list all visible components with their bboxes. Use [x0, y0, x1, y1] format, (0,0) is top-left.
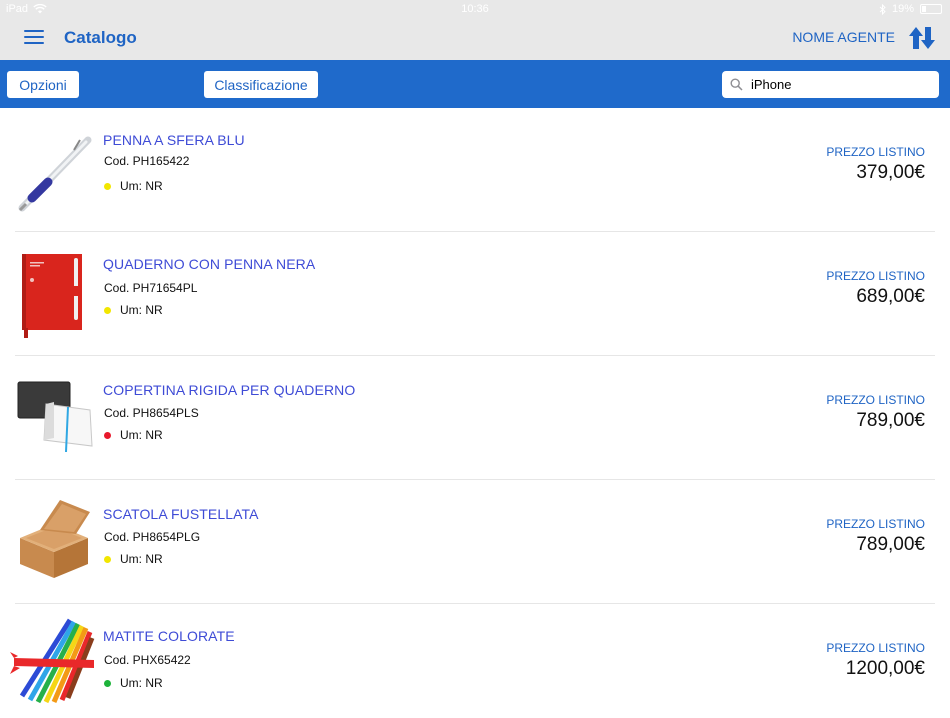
- price-label: PREZZO LISTINO: [826, 393, 925, 407]
- product-um: Um: NR: [104, 179, 163, 193]
- product-name[interactable]: MATITE COLORATE: [103, 628, 235, 644]
- um-label: Um: NR: [120, 303, 163, 317]
- product-price: 789,00€: [856, 410, 925, 431]
- product-image-cover: [17, 381, 93, 453]
- classification-button[interactable]: Classificazione: [204, 71, 318, 98]
- product-um: Um: NR: [104, 428, 163, 442]
- search-field[interactable]: [722, 71, 939, 98]
- battery-icon: [920, 4, 942, 14]
- availability-dot: [104, 306, 111, 314]
- availability-dot: [104, 182, 111, 190]
- search-input[interactable]: [751, 77, 931, 92]
- product-name[interactable]: SCATOLA FUSTELLATA: [103, 506, 259, 522]
- um-label: Um: NR: [120, 428, 163, 442]
- menu-icon[interactable]: [24, 30, 44, 46]
- status-bar: iPad 10:36 19%: [0, 0, 950, 20]
- availability-dot: [104, 431, 111, 439]
- product-image-notebook: [22, 254, 82, 338]
- product-code: Cod. PH71654PL: [104, 281, 198, 295]
- product-um: Um: NR: [104, 303, 163, 317]
- status-time: 10:36: [461, 3, 489, 15]
- agent-name[interactable]: NOME AGENTE: [792, 29, 895, 45]
- availability-dot: [104, 679, 111, 687]
- price-label: PREZZO LISTINO: [826, 145, 925, 159]
- price-label: PREZZO LISTINO: [826, 517, 925, 531]
- um-label: Um: NR: [120, 179, 163, 193]
- product-price: 1200,00€: [845, 658, 925, 679]
- list-item[interactable]: COPERTINA RIGIDA PER QUADERNO Cod. PH865…: [0, 356, 950, 480]
- toolbar: Opzioni Classificazione: [0, 60, 950, 108]
- product-um: Um: NR: [104, 676, 163, 690]
- options-button[interactable]: Opzioni: [7, 71, 79, 98]
- product-image-pen: [18, 136, 92, 212]
- product-price: 379,00€: [856, 162, 925, 183]
- um-label: Um: NR: [120, 552, 163, 566]
- product-price: 689,00€: [856, 286, 925, 307]
- product-list: PENNA A SFERA BLU Cod. PH165422 Um: NR P…: [0, 108, 950, 718]
- navigation-bar: Catalogo NOME AGENTE: [0, 20, 950, 60]
- search-icon: [730, 78, 743, 91]
- product-image-pencils: [10, 618, 95, 704]
- bluetooth-icon: [879, 3, 886, 15]
- list-item[interactable]: MATITE COLORATE Cod. PHX65422 Um: NR PRE…: [0, 604, 950, 718]
- product-code: Cod. PH8654PLS: [104, 406, 199, 420]
- product-name[interactable]: COPERTINA RIGIDA PER QUADERNO: [103, 382, 355, 398]
- product-um: Um: NR: [104, 552, 163, 566]
- list-item[interactable]: SCATOLA FUSTELLATA Cod. PH8654PLG Um: NR…: [0, 480, 950, 604]
- product-code: Cod. PH8654PLG: [104, 530, 201, 544]
- product-name[interactable]: PENNA A SFERA BLU: [103, 132, 245, 148]
- availability-dot: [104, 555, 111, 563]
- product-image-box: [20, 500, 90, 578]
- page-title: Catalogo: [64, 28, 137, 47]
- list-item[interactable]: QUADERNO CON PENNA NERA Cod. PH71654PL U…: [0, 232, 950, 356]
- list-item[interactable]: PENNA A SFERA BLU Cod. PH165422 Um: NR P…: [0, 108, 950, 232]
- product-code: Cod. PH165422: [104, 154, 190, 168]
- battery-percent: 19%: [891, 3, 914, 15]
- price-label: PREZZO LISTINO: [826, 641, 925, 655]
- sync-icon[interactable]: [906, 24, 938, 52]
- product-code: Cod. PHX65422: [104, 653, 191, 667]
- price-label: PREZZO LISTINO: [826, 269, 925, 283]
- um-label: Um: NR: [120, 676, 163, 690]
- product-name[interactable]: QUADERNO CON PENNA NERA: [103, 256, 315, 272]
- product-price: 789,00€: [856, 534, 925, 555]
